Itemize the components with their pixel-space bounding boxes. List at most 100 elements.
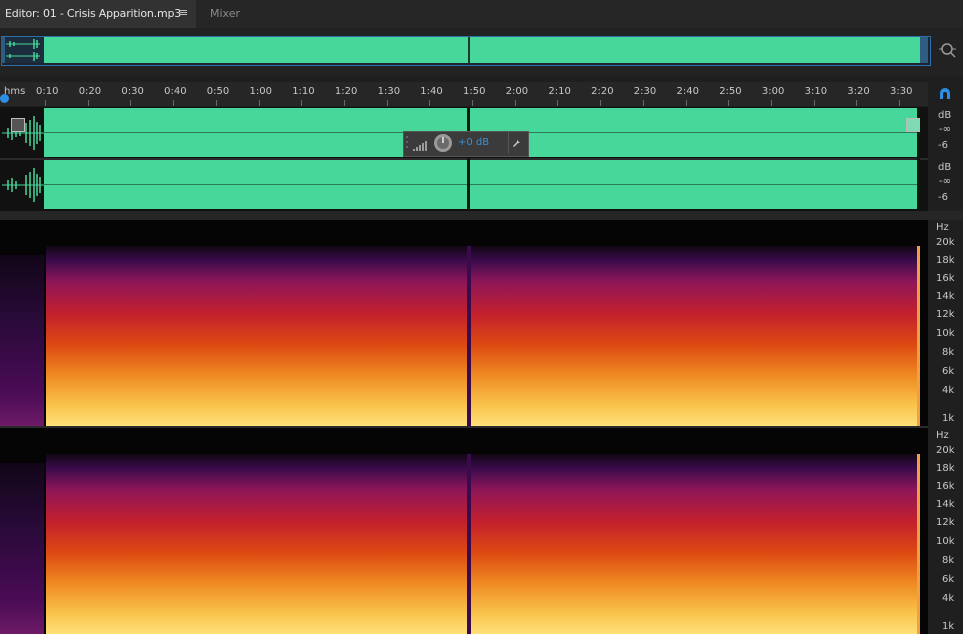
ruler-tick-label: 1:50	[463, 86, 486, 97]
hz-label-right: 10k	[936, 536, 955, 547]
ruler-tick-label: 3:00	[761, 86, 785, 97]
overview-start-handle[interactable]	[1, 37, 5, 63]
ruler-tick-label: 2:50	[719, 86, 742, 97]
ruler-tick-label: 1:00	[249, 86, 272, 97]
ruler-tick	[642, 100, 644, 106]
hz-label-right: 16k	[936, 481, 955, 492]
ruler-tick-label: 2:00	[505, 86, 529, 97]
volume-value[interactable]: +0 dB	[458, 137, 489, 148]
ruler-tick	[258, 100, 260, 106]
spectral-gap-right	[467, 454, 471, 634]
divider-grip-icon[interactable]	[490, 213, 514, 227]
ruler-tick	[899, 100, 900, 106]
ruler-tick	[770, 100, 772, 106]
hz-label-left: 20k	[936, 237, 955, 248]
ruler-tick-label: 1:10	[292, 86, 315, 97]
hz-label-left: 16k	[936, 273, 955, 284]
db-unit-left: dB	[938, 110, 952, 121]
ruler-tick	[472, 100, 473, 106]
ruler-tick	[173, 100, 175, 106]
hz-label-left: 18k	[936, 255, 955, 266]
tab-editor-label: Editor: 01 - Crisis Apparition.mp3	[5, 7, 182, 20]
ruler-tick	[45, 100, 46, 106]
overview-end-handle[interactable]	[920, 37, 928, 63]
ruler-tick-label: 0:40	[164, 86, 187, 97]
hz-label-left: 4k	[942, 385, 955, 396]
volume-knob[interactable]	[434, 134, 452, 152]
ruler-tick	[557, 100, 559, 106]
hz-label-left: 10k	[936, 328, 955, 339]
fade-out-handle[interactable]	[906, 118, 920, 132]
hz-label-left: 6k	[942, 366, 955, 377]
ruler-tick	[600, 100, 602, 106]
hz-label-left: 1k	[942, 413, 955, 424]
ruler-tick	[130, 100, 132, 106]
hz-label-right: 18k	[936, 463, 955, 474]
fade-in-handle[interactable]	[11, 118, 25, 132]
ruler-tick-label: 3:10	[804, 86, 828, 97]
hz-unit-left: Hz	[936, 222, 949, 233]
pin-icon[interactable]	[512, 137, 522, 150]
hz-label-left: 12k	[936, 309, 955, 320]
ruler-tick-label: 1:30	[377, 86, 401, 97]
ruler-tick-label: 3:20	[847, 86, 870, 97]
spectral-gap-left	[467, 246, 471, 426]
ruler-tick	[343, 100, 345, 106]
hud-grip-icon[interactable]	[406, 134, 409, 152]
ruler-tick	[301, 100, 303, 106]
spectral-body-right-1	[46, 454, 467, 634]
hz-label-right: 12k	[936, 517, 955, 528]
ruler-tick	[685, 100, 687, 106]
ruler-tick	[728, 100, 730, 106]
hz-label-right: 14k	[936, 499, 955, 510]
ruler-tick-label: 0:30	[121, 86, 144, 97]
hz-label-right: 4k	[942, 593, 955, 604]
hz-label-right: 8k	[942, 555, 955, 566]
ruler-tick	[856, 100, 858, 106]
ruler-tick-label: 2:30	[633, 86, 657, 97]
panel-divider[interactable]	[0, 211, 963, 220]
hz-label-right: 20k	[936, 445, 955, 456]
hz-unit-right: Hz	[936, 430, 949, 441]
spectral-body-left-2	[471, 246, 917, 426]
waveform-gap	[467, 108, 470, 209]
zoom-icon[interactable]	[938, 40, 958, 60]
hz-label-left: 8k	[942, 347, 955, 358]
tab-mixer[interactable]: Mixer	[210, 7, 240, 20]
overview-waveform[interactable]	[44, 37, 920, 63]
ruler-tick-label: 0:10	[36, 86, 59, 97]
ruler-tick	[813, 100, 815, 106]
channel-separator	[0, 158, 928, 160]
ruler-tick-label: 2:10	[548, 86, 571, 97]
snap-icon[interactable]	[938, 86, 952, 100]
overview-intro-waveform	[4, 37, 44, 63]
hz-label-left: 14k	[936, 291, 955, 302]
playhead[interactable]	[0, 94, 9, 103]
spectral-intro-left	[0, 255, 44, 426]
hz-label-right: 6k	[942, 574, 955, 585]
spectral-end-right	[917, 454, 920, 634]
ruler-tick-label: 3:30	[890, 86, 913, 97]
ruler-tick-label: 0:50	[206, 86, 230, 97]
db-six-right: -6	[938, 192, 948, 203]
ruler-tick-label: 2:20	[591, 86, 614, 97]
ruler-tick	[386, 100, 388, 106]
ruler-tick-label: 2:40	[676, 86, 699, 97]
waveform-center-right	[44, 184, 920, 185]
ruler-tick	[514, 100, 516, 106]
spectral-intro-right	[0, 463, 44, 634]
db-inf-left: -∞	[939, 124, 951, 135]
ruler-tick-label: 1:40	[420, 86, 443, 97]
ruler-tick-label: 1:20	[334, 86, 358, 97]
ruler-tick	[87, 100, 89, 106]
ruler-tick-label: 0:20	[78, 86, 102, 97]
db-unit-right: dB	[938, 162, 952, 173]
spectral-end-left	[917, 246, 920, 426]
overview-gap-marker	[468, 37, 470, 63]
panel-menu-icon[interactable]: ≡	[179, 6, 188, 19]
level-meter-icon	[413, 137, 429, 151]
spectral-body-left-1	[46, 246, 467, 426]
spectral-body-right-2	[471, 454, 917, 634]
hz-label-right: 1k	[942, 621, 955, 632]
ruler-tick	[429, 100, 431, 106]
